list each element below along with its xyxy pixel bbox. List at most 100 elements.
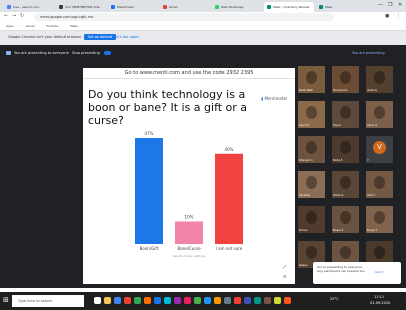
participant-video	[340, 141, 351, 154]
present-icon	[6, 51, 11, 55]
tab-label: Meet - Quarterly Review	[273, 5, 310, 9]
bar-value-label: 47%	[145, 131, 154, 136]
bar-category-label: I am not sure	[216, 246, 243, 251]
tab-label: Mentimeter	[117, 5, 135, 9]
participant-name: Aarav G	[367, 124, 378, 127]
profile-icon[interactable]: ●	[385, 13, 389, 19]
participant-tile[interactable]: Nisha R	[332, 136, 359, 163]
participant-tile[interactable]: Dhanush A	[298, 136, 325, 163]
participant-tile[interactable]: Sai Kiran	[298, 171, 325, 198]
browser-tab[interactable]: Live - search.com	[4, 2, 54, 12]
browser-tab[interactable]: Meet - Quarterly Review	[264, 2, 314, 12]
taskbar-app-icon[interactable]	[244, 297, 251, 304]
browser-tab[interactable]: Web Whatsapp	[212, 2, 262, 12]
participant-tile[interactable]: Kavya T	[366, 206, 393, 233]
participant-name: Vedant J	[367, 89, 378, 92]
maximize-icon[interactable]: ❐	[388, 2, 392, 8]
participant-name: Ishaan	[299, 264, 308, 267]
taskbar-app-icon[interactable]	[184, 297, 191, 304]
tab-favicon-icon	[267, 5, 271, 9]
participant-tile[interactable]: Aditi V	[366, 171, 393, 198]
toggle-switch[interactable]	[104, 51, 111, 55]
taskbar-app-icon[interactable]	[234, 297, 241, 304]
notification-text: You're presenting to everyone. Any parti…	[317, 265, 366, 273]
browser-tab[interactable]: Your MENTIMETER Vote	[56, 2, 106, 12]
taskbar-app-icon[interactable]	[284, 297, 291, 304]
bar-1	[175, 221, 203, 244]
participant-tile[interactable]: Aarav G	[366, 101, 393, 128]
tab-label: Web Whatsapp	[221, 5, 244, 9]
taskbar-app-icon[interactable]	[254, 297, 261, 304]
reload-icon[interactable]: ↻	[20, 13, 24, 19]
participant-video	[306, 211, 317, 224]
participant-tile[interactable]: Sharanya S	[332, 66, 359, 93]
taskbar-app-icon[interactable]	[104, 297, 111, 304]
clock-date: 01-09-2020	[370, 301, 391, 305]
taskbar: ⊞ Type here to search 25°C 11:11 01-09-2…	[0, 292, 406, 310]
taskbar-app-icon[interactable]	[204, 297, 211, 304]
menu-icon[interactable]: ⋮	[396, 13, 401, 19]
bar-2	[215, 153, 243, 244]
participant-tile[interactable]: Vedant J	[366, 66, 393, 93]
taskbar-app-icon[interactable]	[94, 297, 101, 304]
default-browser-infobar: Google Chrome isn't your default browser…	[0, 31, 406, 45]
weather-readout: 25°C	[330, 297, 339, 301]
participant-name: Diya P	[333, 124, 341, 127]
participant-video	[340, 176, 351, 189]
bar-category-label: Boon/Gift	[140, 246, 159, 251]
back-icon[interactable]: ←	[4, 13, 8, 19]
presented-slide: Go to www.menti.com and use the code 293…	[83, 68, 295, 284]
stop-presenting-button[interactable]: Stop presenting	[72, 51, 100, 55]
bookmark-apps[interactable]: Apps	[6, 22, 13, 30]
tab-favicon-icon	[7, 5, 11, 9]
participant-tile[interactable]: Diya P	[332, 101, 359, 128]
taskbar-app-icon[interactable]	[264, 297, 271, 304]
bookmarks-bar: Apps Gmail YouTube Maps	[0, 22, 406, 31]
presenting-label: You are presenting	[352, 51, 385, 55]
bookmark-youtube[interactable]: YouTube	[46, 22, 58, 30]
fullscreen-icon[interactable]: ⤢	[283, 264, 286, 269]
participant-name: V	[367, 159, 369, 162]
meet-presenting-bar: You are presenting to everyone Stop pres…	[0, 45, 406, 62]
browser-tab[interactable]: Meet	[316, 2, 366, 12]
close-window-icon[interactable]: ✕	[398, 2, 402, 8]
taskbar-app-icon[interactable]	[214, 297, 221, 304]
url-field[interactable]: meet.google.com/xgs-twjk-nnt	[34, 13, 334, 21]
taskbar-app-icon[interactable]	[124, 297, 131, 304]
taskbar-app-icon[interactable]	[224, 297, 231, 304]
participant-tile[interactable]: Meera S	[332, 206, 359, 233]
taskbar-app-icon[interactable]	[194, 297, 201, 304]
taskbar-app-icon[interactable]	[164, 297, 171, 304]
got-it-button[interactable]: Got it	[375, 270, 383, 274]
participant-video	[306, 141, 317, 154]
taskbar-app-icon[interactable]	[154, 297, 161, 304]
dont-ask-button[interactable]: Don't ask again	[112, 35, 139, 39]
windows-start-icon[interactable]: ⊞	[3, 296, 9, 304]
participant-tile[interactable]: Arjun M	[298, 101, 325, 128]
taskbar-app-icon[interactable]	[134, 297, 141, 304]
taskbar-app-icon[interactable]	[114, 297, 121, 304]
minimize-icon[interactable]: —	[378, 2, 383, 8]
browser-tab[interactable]: Gmail	[160, 2, 210, 12]
participant-tile[interactable]: Kedar Nath	[298, 66, 325, 93]
meet-notification: You're presenting to everyone. Any parti…	[313, 262, 401, 284]
bookmark-maps[interactable]: Maps	[70, 22, 78, 30]
participant-name: Sharanya S	[333, 89, 348, 92]
settings-icon[interactable]: ⚙	[283, 274, 287, 279]
presenting-text: You are presenting to everyone	[14, 51, 69, 55]
browser-tab[interactable]: Mentimeter	[108, 2, 158, 12]
participant-tile[interactable]: VV	[366, 136, 393, 163]
participant-tile[interactable]: Rohan K	[332, 171, 359, 198]
tab-favicon-icon	[111, 5, 115, 9]
participant-video	[374, 106, 385, 119]
tab-label: Live - search.com	[13, 5, 40, 9]
participant-tile[interactable]: Pranav	[298, 206, 325, 233]
taskbar-search-input[interactable]: Type here to search	[12, 295, 84, 307]
infobar-text: Google Chrome isn't your default browser	[8, 35, 82, 39]
taskbar-app-icon[interactable]	[144, 297, 151, 304]
bookmark-gmail[interactable]: Gmail	[26, 22, 35, 30]
participant-name: Aditi V	[367, 194, 376, 197]
forward-icon[interactable]: →	[12, 13, 16, 19]
taskbar-app-icon[interactable]	[274, 297, 281, 304]
taskbar-app-icon[interactable]	[174, 297, 181, 304]
